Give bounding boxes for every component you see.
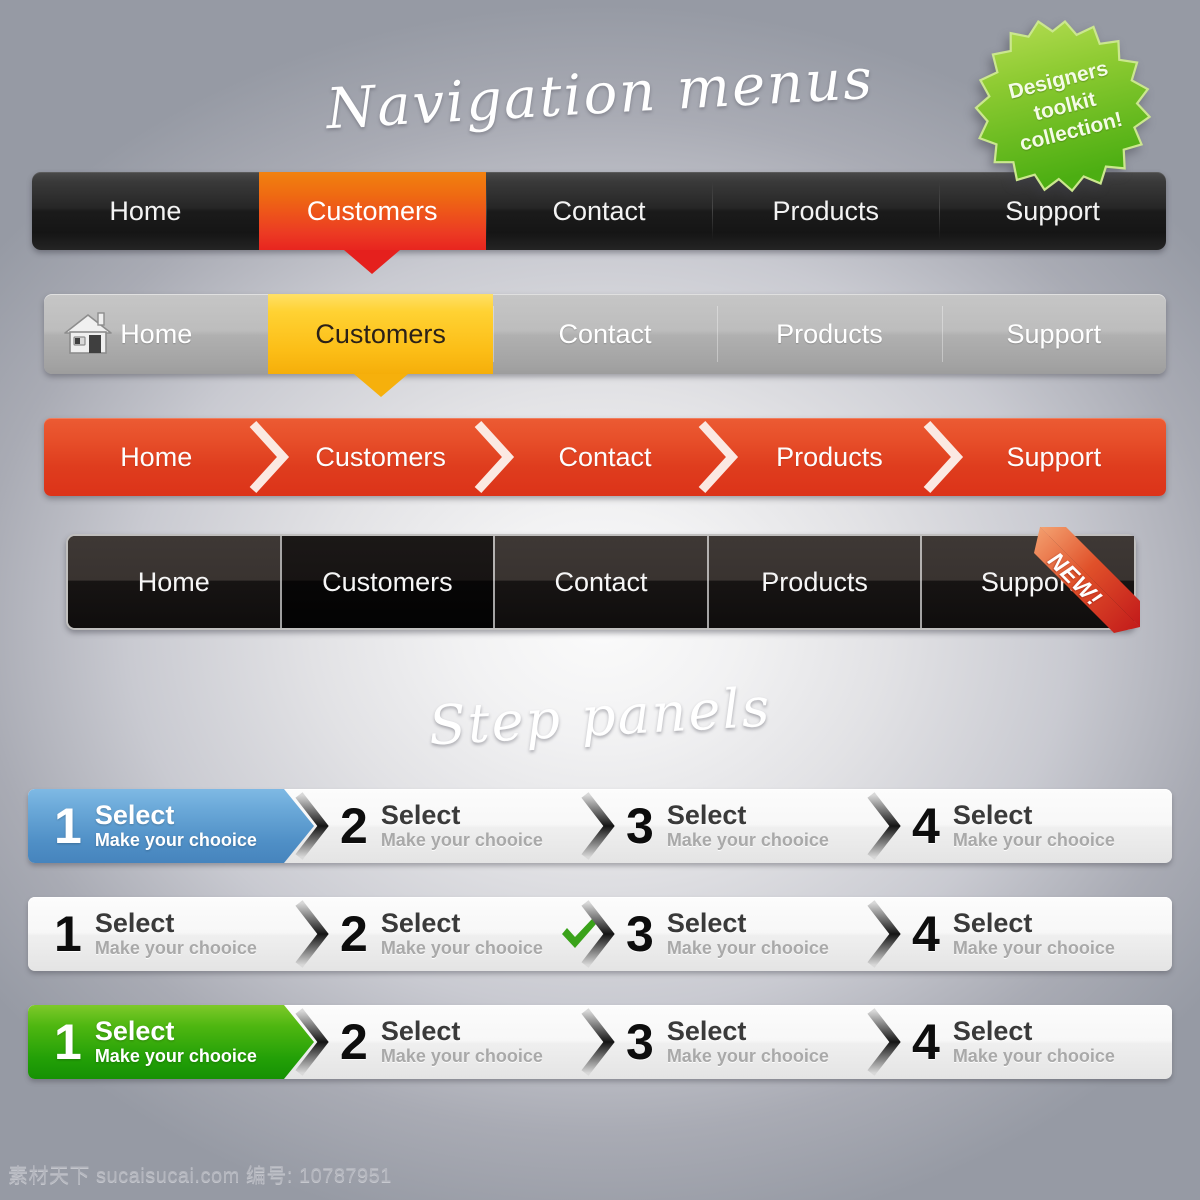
step-number: 2 [340,798,368,854]
nav3-label-customers: Customers [315,441,446,472]
nav2-label-contact: Contact [558,318,652,349]
step-number: 3 [626,906,654,962]
nav3-label-home: Home [120,441,193,472]
step-title: Select [952,1015,1033,1046]
step-subtitle: Make your chooice [380,829,543,850]
step-4[interactable]: 4 Select Make your chooice [886,789,1172,863]
canvas: Navigation menus Designers toolkit colle… [0,0,1200,1200]
step-number: 4 [912,906,940,962]
step-subtitle: Make your chooice [380,937,543,958]
step-subtitle: Make your chooice [666,1045,829,1066]
step-number: 1 [54,906,82,962]
step-subtitle: Make your chooice [94,829,257,850]
step-title: Select [380,907,461,938]
step-number: 3 [626,1014,654,1070]
step-3[interactable]: 3 Select Make your chooice [600,789,886,863]
nav2-item-contact[interactable]: Contact [492,294,717,374]
nav1-label-products: Products [772,195,880,226]
nav1-item-home[interactable]: Home [32,172,259,250]
step-title: Select [952,907,1033,938]
step-subtitle: Make your chooice [666,937,829,958]
nav4-label-home: Home [137,566,210,597]
nav2-item-home[interactable]: Home [44,294,268,374]
step-title: Select [380,1015,461,1046]
step-title: Select [666,1015,747,1046]
step-title: Select [666,799,747,830]
step-title: Select [94,799,175,830]
nav3-label-support: Support [1006,441,1102,472]
nav3-item-home[interactable]: Home [44,418,268,496]
nav4-item-support[interactable]: Support [920,536,1134,628]
step-subtitle: Make your chooice [952,937,1115,958]
nav2-label-customers: Customers [315,318,446,349]
step-2[interactable]: 2 Select Make your chooice [314,1005,600,1079]
step-2[interactable]: 2 Select Make your chooice [314,789,600,863]
step-3[interactable]: 3 Select Make your chooice [600,1005,886,1079]
step-3[interactable]: 3 Select Make your chooice [600,897,886,971]
nav-bar-orange-breadcrumb[interactable]: Home Customers Contact Products Support [44,418,1166,496]
step-number: 2 [340,1014,368,1070]
step-title: Select [94,1015,175,1046]
nav3-item-support[interactable]: Support [942,418,1166,496]
step-number: 4 [912,798,940,854]
starburst-icon [974,19,1152,193]
step-title: Select [952,799,1033,830]
nav1-item-contact[interactable]: Contact [485,172,713,250]
nav4-label-contact: Contact [554,566,648,597]
step-panels-title: Step panels [427,675,773,758]
nav2-item-products[interactable]: Products [717,294,941,374]
step-number: 4 [912,1014,940,1070]
step-number: 3 [626,798,654,854]
nav4-label-customers: Customers [322,566,453,597]
step-title: Select [94,907,175,938]
nav4-item-home[interactable]: Home [68,536,280,628]
nav1-item-customers[interactable]: Customers [258,172,486,274]
step-1[interactable]: 1 Select Make your chooice [28,897,314,971]
nav2-item-customers[interactable]: Customers [268,294,493,397]
nav2-item-support[interactable]: Support [941,294,1166,374]
nav1-label-contact: Contact [552,195,646,226]
step-subtitle: Make your chooice [94,1045,257,1066]
step-title: Select [380,799,461,830]
step-2[interactable]: 2 Select Make your chooice [314,897,600,971]
nav1-label-home: Home [109,195,182,226]
nav1-label-customers: Customers [306,195,438,226]
nav3-label-products: Products [776,441,883,472]
nav3-item-contact[interactable]: Contact [493,418,717,496]
nav4-item-customers[interactable]: Customers [279,536,494,628]
step-1[interactable]: 1 Select Make your chooice [28,1005,314,1079]
step-subtitle: Make your chooice [380,1045,543,1066]
step-1[interactable]: 1 Select Make your chooice [28,789,314,863]
step-panel-row-3[interactable]: 1 Select Make your chooice 2 Select Make… [28,1005,1172,1079]
nav3-item-products[interactable]: Products [717,418,941,496]
step-number: 1 [54,1014,82,1070]
nav2-label-support: Support [1006,318,1102,349]
nav2-label-products: Products [776,318,883,349]
nav-bar-gray[interactable]: Home Customers Contact Products Support [44,294,1166,397]
nav4-label-support: Support [980,566,1076,597]
step-subtitle: Make your chooice [952,1045,1115,1066]
step-subtitle: Make your chooice [666,829,829,850]
nav4-item-products[interactable]: Products [706,536,921,628]
nav4-label-products: Products [761,566,868,597]
nav-bar-segmented[interactable]: Home Customers Contact Products Support [66,527,1140,633]
nav1-item-products[interactable]: Products [712,172,939,250]
step-panel-row-1[interactable]: 1 Select Make your chooice 2 Select Make… [28,789,1172,863]
step-subtitle: Make your chooice [952,829,1115,850]
nav1-label-support: Support [1005,195,1100,226]
watermark-text: 素材天下 sucaisucai.com 编号: 10787951 [8,1165,392,1187]
step-number: 1 [54,798,82,854]
step-4[interactable]: 4 Select Make your chooice [886,1005,1172,1079]
nav2-label-home: Home [120,318,193,349]
nav4-item-contact[interactable]: Contact [493,536,707,628]
step-title: Select [666,907,747,938]
step-panel-row-2[interactable]: 1 Select Make your chooice 2 Select Make… [28,897,1172,971]
designers-toolkit-badge: Designers toolkit collection! [967,18,1163,196]
nav3-label-contact: Contact [558,441,652,472]
step-subtitle: Make your chooice [94,937,257,958]
nav3-item-customers[interactable]: Customers [268,418,492,496]
step-number: 2 [340,906,368,962]
step-4[interactable]: 4 Select Make your chooice [886,897,1172,971]
